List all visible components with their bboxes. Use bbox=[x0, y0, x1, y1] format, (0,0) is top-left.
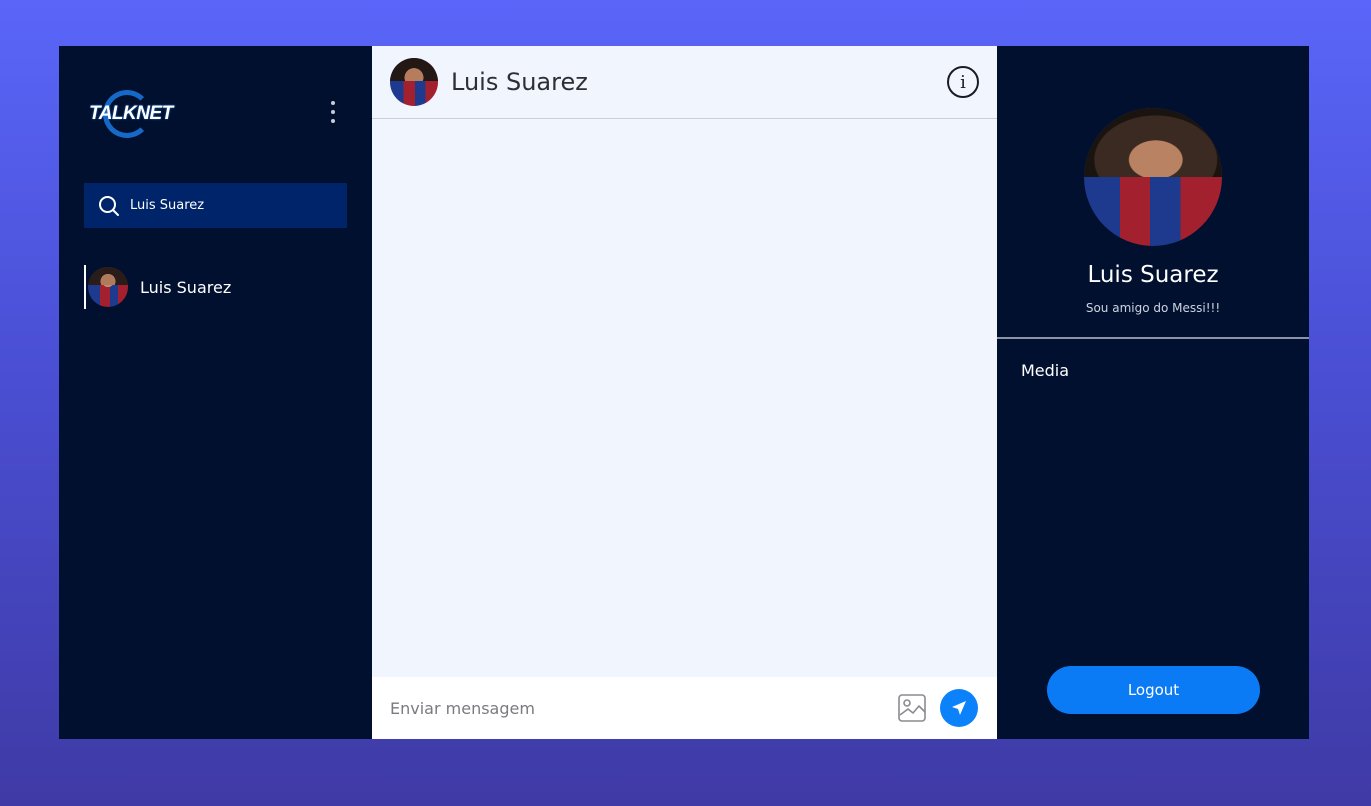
menu-dots-icon[interactable] bbox=[329, 101, 337, 123]
profile-avatar bbox=[1084, 108, 1222, 246]
talknet-logo: TALKNET bbox=[89, 90, 173, 140]
profile-panel: Luis Suarez Sou amigo do Messi!!! Media … bbox=[997, 46, 1309, 739]
info-icon[interactable]: i bbox=[947, 66, 979, 98]
search-input[interactable] bbox=[130, 198, 330, 213]
profile-divider bbox=[997, 337, 1309, 339]
logo-text: TALKNET bbox=[89, 103, 173, 124]
search-box[interactable] bbox=[84, 183, 347, 228]
contact-avatar bbox=[88, 267, 128, 307]
profile-name: Luis Suarez bbox=[1087, 262, 1219, 288]
search-icon bbox=[99, 195, 119, 216]
chat-title: Luis Suarez bbox=[451, 68, 588, 96]
contact-item[interactable]: Luis Suarez bbox=[84, 265, 347, 309]
chat-header: Luis Suarez i bbox=[372, 46, 997, 119]
chat-panel: Luis Suarez i bbox=[372, 46, 997, 739]
sidebar: TALKNET Luis Suarez bbox=[59, 46, 372, 739]
image-icon[interactable] bbox=[897, 693, 927, 723]
send-button[interactable] bbox=[940, 689, 978, 727]
profile-status: Sou amigo do Messi!!! bbox=[1085, 301, 1221, 315]
media-label: Media bbox=[1021, 361, 1070, 380]
message-input[interactable] bbox=[390, 698, 897, 718]
messages-area[interactable] bbox=[372, 119, 997, 677]
send-icon bbox=[952, 701, 966, 715]
contact-name: Luis Suarez bbox=[140, 277, 232, 297]
message-composer bbox=[372, 677, 997, 739]
app-window: TALKNET Luis Suarez Luis Suarez i bbox=[59, 46, 1309, 739]
logout-button[interactable]: Logout bbox=[1047, 666, 1260, 714]
chat-avatar[interactable] bbox=[390, 58, 438, 106]
